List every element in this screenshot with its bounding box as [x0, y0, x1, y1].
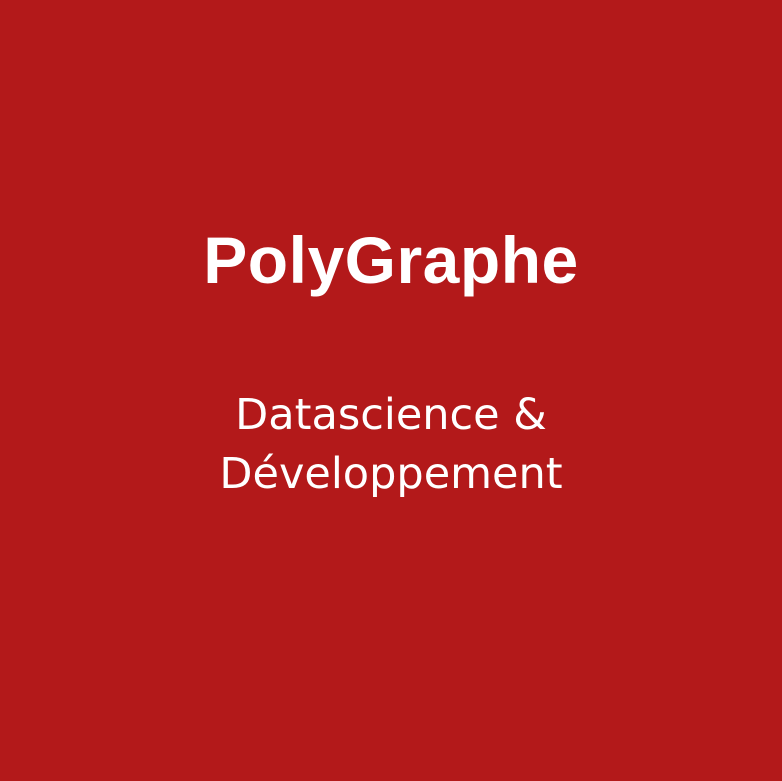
tagline-line-1: Datascience &: [235, 390, 547, 440]
tagline: Datascience & Développement: [0, 386, 782, 504]
logo-canvas: PolyGraphe Datascience & Développement: [0, 0, 782, 781]
brand-title: PolyGraphe: [203, 223, 579, 297]
tagline-line-2: Développement: [219, 449, 563, 499]
